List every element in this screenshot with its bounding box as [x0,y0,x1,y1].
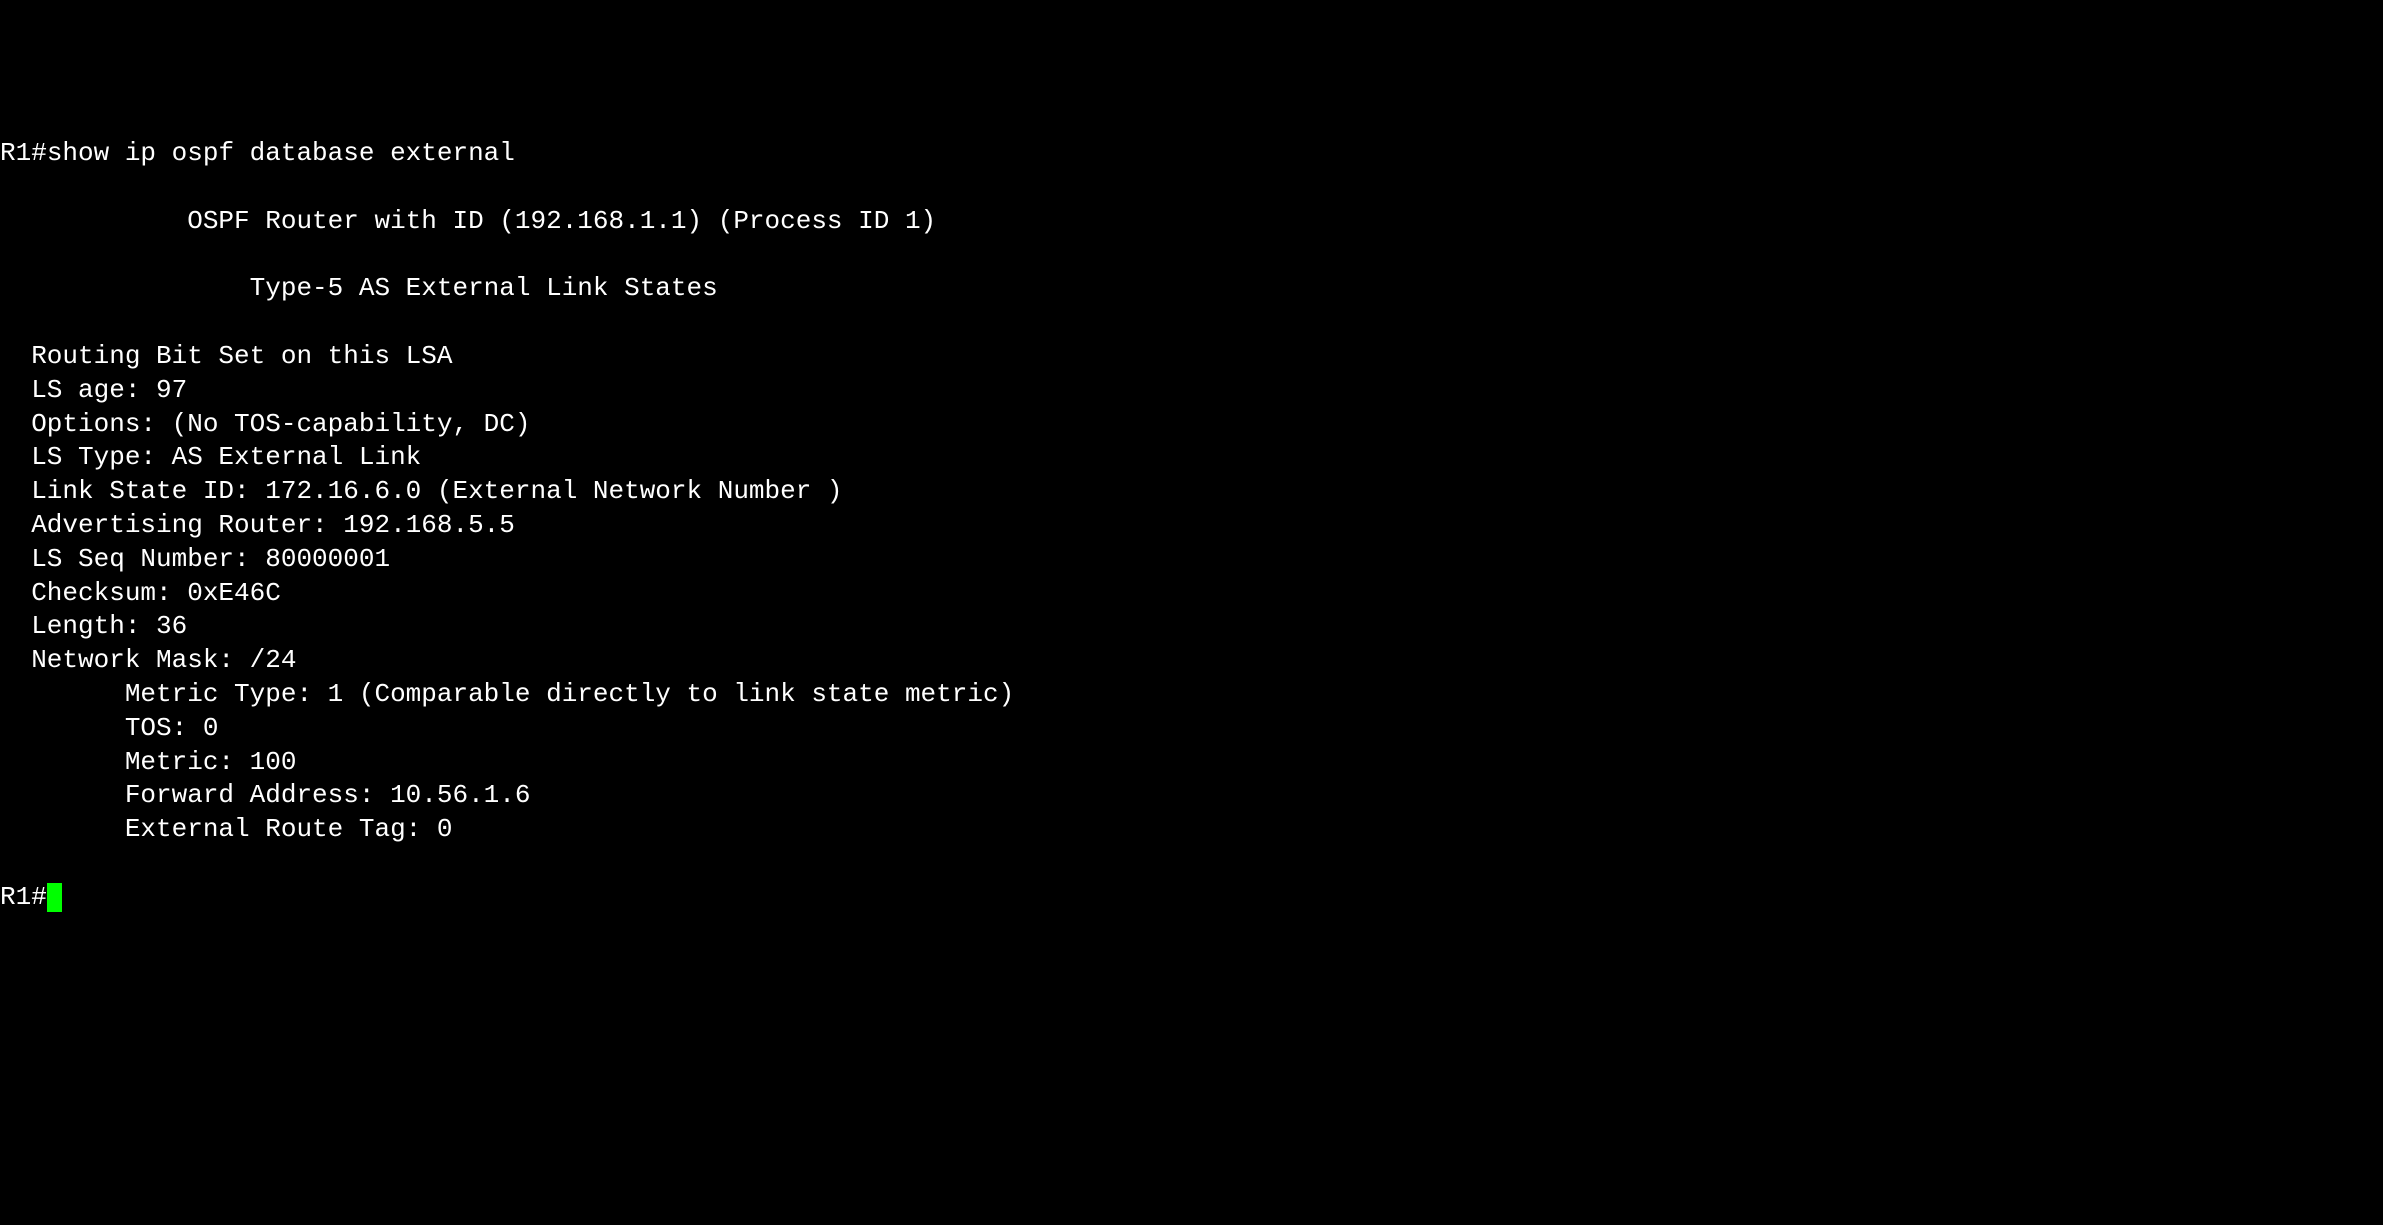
lsa-metric-type: Metric Type: 1 (Comparable directly to l… [0,678,2383,712]
ospf-header: OSPF Router with ID (192.168.1.1) (Proce… [0,205,2383,239]
lsa-ls-age: LS age: 97 [0,374,2383,408]
final-prompt-line[interactable]: R1# [0,881,2383,915]
blank-line [0,306,2383,340]
blank-line [0,171,2383,205]
lsa-checksum: Checksum: 0xE46C [0,577,2383,611]
command-text: show ip ospf database external [47,138,515,168]
command-line: R1#show ip ospf database external [0,137,2383,171]
lsa-forward-address: Forward Address: 10.56.1.6 [0,779,2383,813]
lsa-metric: Metric: 100 [0,746,2383,780]
lsa-link-state-id: Link State ID: 172.16.6.0 (External Netw… [0,475,2383,509]
lsa-options: Options: (No TOS-capability, DC) [0,408,2383,442]
lsa-length: Length: 36 [0,610,2383,644]
lsa-routing-bit: Routing Bit Set on this LSA [0,340,2383,374]
lsa-tos: TOS: 0 [0,712,2383,746]
lsa-adv-router: Advertising Router: 192.168.5.5 [0,509,2383,543]
cursor-icon [47,883,63,912]
lsa-ls-seq: LS Seq Number: 80000001 [0,543,2383,577]
lsa-external-route-tag: External Route Tag: 0 [0,813,2383,847]
section-header: Type-5 AS External Link States [0,272,2383,306]
prompt: R1# [0,138,47,168]
lsa-ls-type: LS Type: AS External Link [0,441,2383,475]
final-prompt: R1# [0,882,47,912]
terminal-output[interactable]: R1#show ip ospf database external OSPF R… [0,137,2383,914]
blank-line [0,847,2383,881]
lsa-network-mask: Network Mask: /24 [0,644,2383,678]
blank-line [0,239,2383,273]
